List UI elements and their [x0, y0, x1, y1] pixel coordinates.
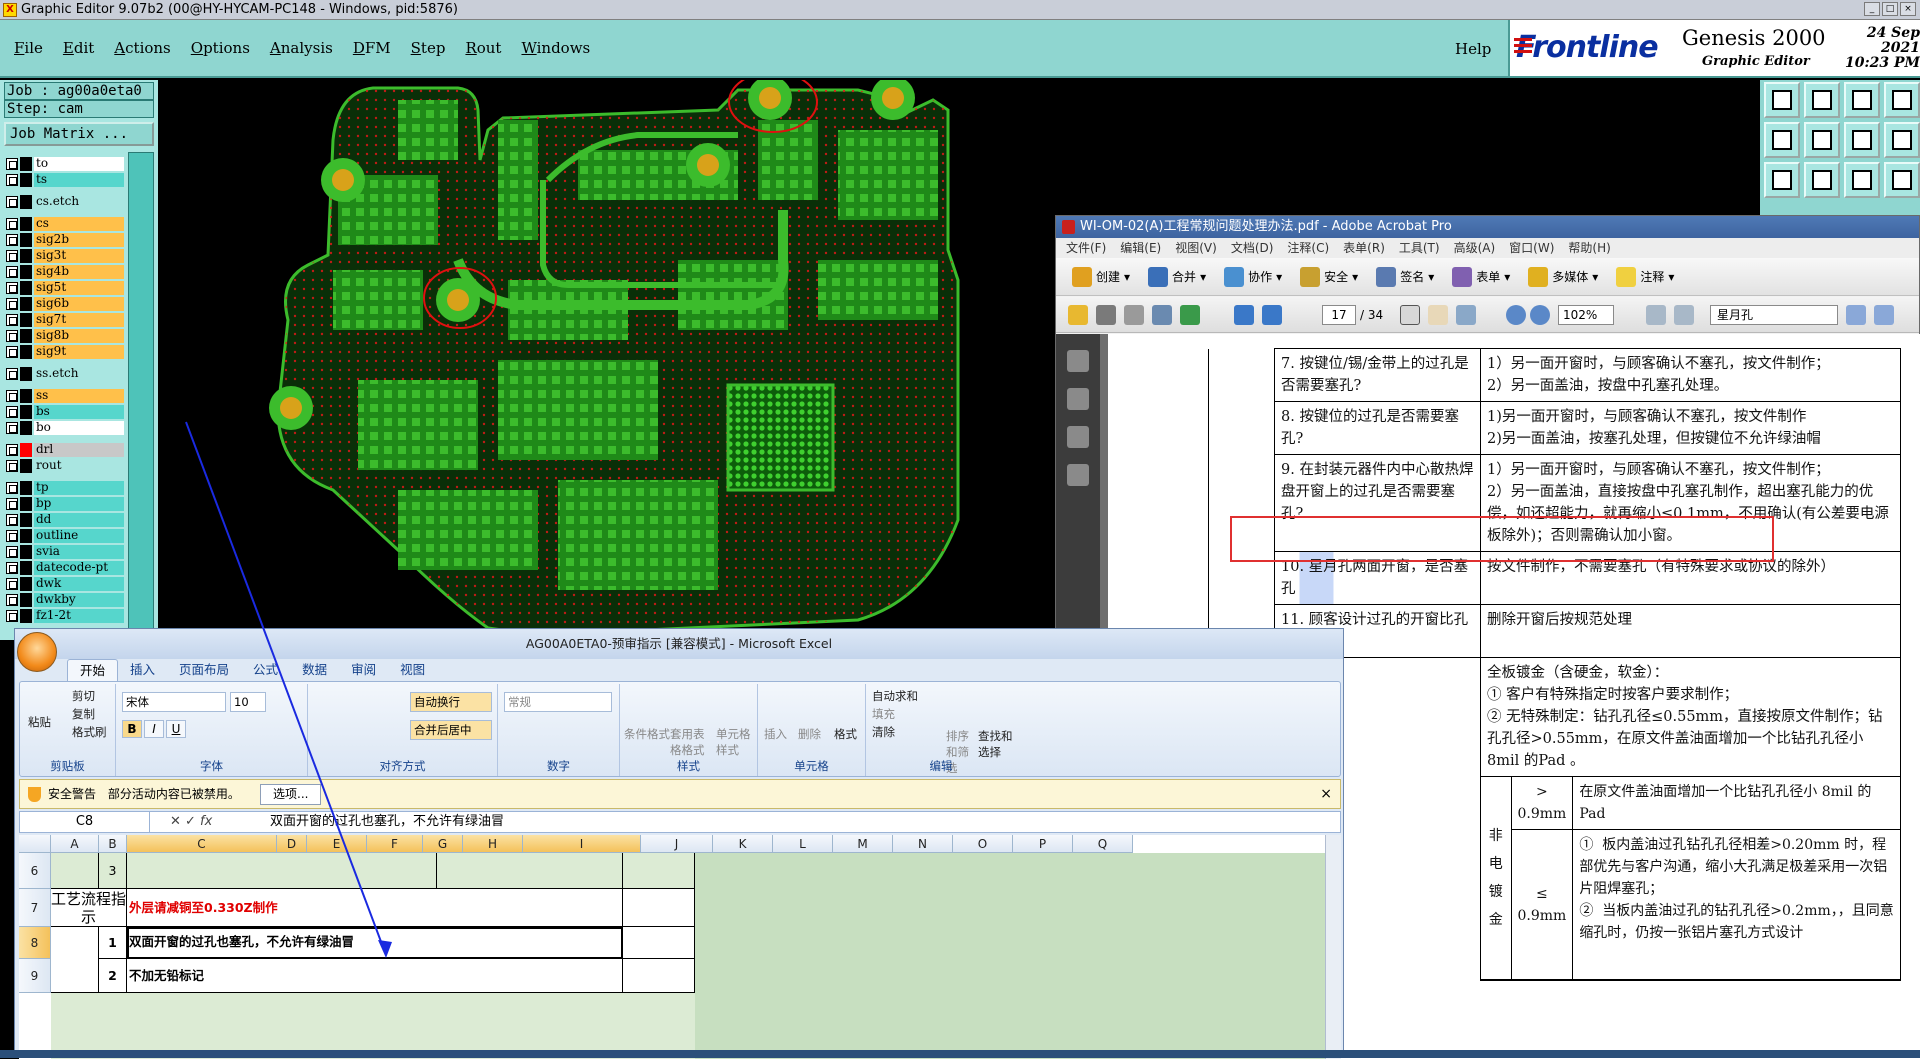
taskbar: [0, 1050, 1920, 1058]
annotation-arrow: [185, 421, 392, 958]
